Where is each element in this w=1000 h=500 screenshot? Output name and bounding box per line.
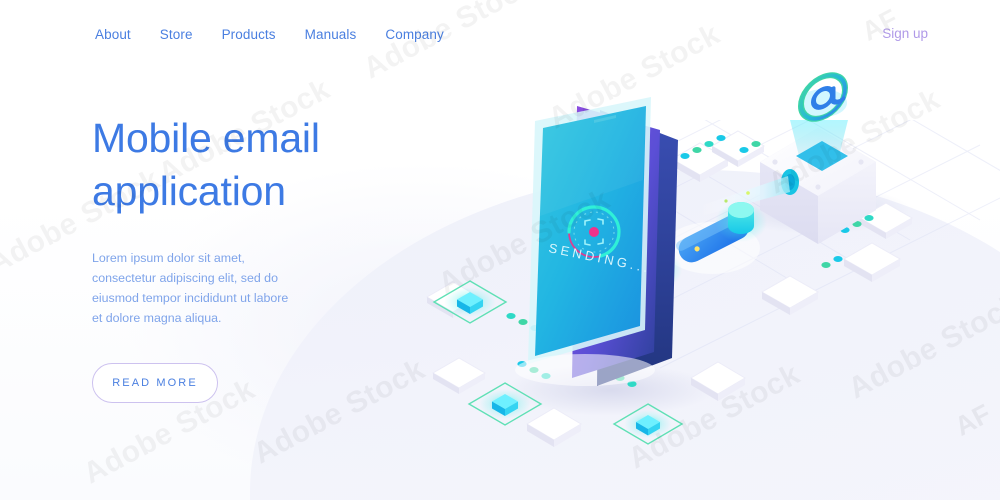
nav-item-store[interactable]: Store	[160, 27, 193, 42]
headline-line-1: Mobile email	[92, 115, 320, 161]
nav-links: About Store Products Manuals Company	[95, 27, 444, 42]
headline-line-2: application	[92, 167, 286, 214]
hero-copy: Mobile email application Lorem ipsum dol…	[92, 112, 422, 328]
nav-right: Sign up	[882, 25, 928, 43]
sign-up-link[interactable]: Sign up	[882, 26, 928, 41]
nav-item-company[interactable]: Company	[385, 27, 443, 42]
read-more-button[interactable]: READ MORE	[92, 363, 218, 403]
page-title: Mobile email application	[92, 112, 422, 218]
top-navigation: About Store Products Manuals Company Sig…	[0, 0, 1000, 68]
hero-banner: SENDING... About Store Products Manuals …	[0, 0, 1000, 500]
nav-item-products[interactable]: Products	[222, 27, 276, 42]
nav-item-about[interactable]: About	[95, 27, 131, 42]
nav-item-manuals[interactable]: Manuals	[305, 27, 357, 42]
hero-paragraph: Lorem ipsum dolor sit amet, consectetur …	[92, 250, 289, 326]
